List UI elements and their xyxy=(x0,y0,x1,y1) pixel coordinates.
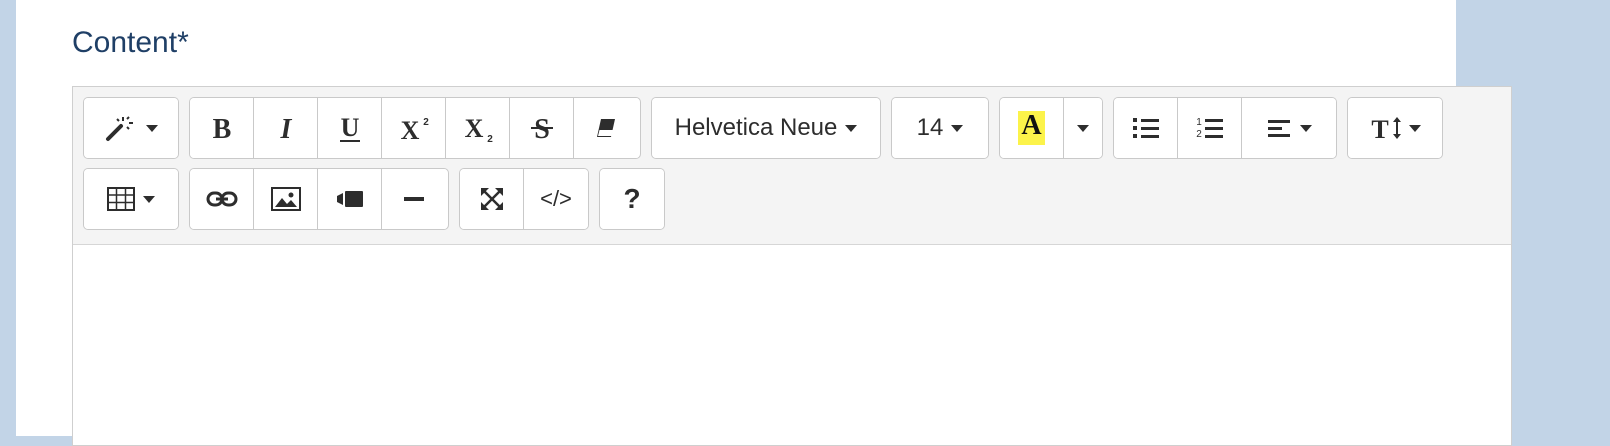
svg-text:X: X xyxy=(400,116,419,143)
magic-icon xyxy=(106,116,133,141)
fullscreen-icon xyxy=(480,188,503,210)
svg-text:U: U xyxy=(340,113,359,142)
font-style-group: B I U X 2 X 2 S xyxy=(189,97,641,159)
chevron-down-icon xyxy=(146,124,158,132)
underline-button[interactable]: U xyxy=(318,98,382,158)
video-button[interactable] xyxy=(318,169,382,229)
table-group xyxy=(83,168,179,230)
chevron-down-icon xyxy=(1300,124,1312,132)
video-icon xyxy=(336,191,363,207)
svg-text:B: B xyxy=(212,114,231,143)
bold-button[interactable]: B xyxy=(190,98,254,158)
superscript-button[interactable]: X 2 xyxy=(382,98,446,158)
underline-icon: U xyxy=(339,113,360,142)
subscript-icon: X 2 xyxy=(464,114,493,143)
chevron-down-icon xyxy=(1409,124,1421,132)
svg-text:2: 2 xyxy=(487,134,493,143)
picture-button[interactable] xyxy=(254,169,318,229)
chevron-down-icon xyxy=(1077,124,1089,132)
unordered-list-button[interactable] xyxy=(1114,98,1178,158)
help-button[interactable]: ? xyxy=(600,169,664,229)
line-height-dropdown-button[interactable]: T xyxy=(1348,98,1442,158)
insert-group xyxy=(189,168,449,230)
svg-text:2: 2 xyxy=(423,117,429,128)
chevron-down-icon xyxy=(845,124,858,132)
editor-toolbar: B I U X 2 X 2 S Helvetica Neue 14 A 1 2 … xyxy=(73,87,1511,245)
italic-button[interactable]: I xyxy=(254,98,318,158)
link-button[interactable] xyxy=(190,169,254,229)
font-family-dropdown[interactable]: Helvetica Neue xyxy=(652,98,880,158)
subscript-button[interactable]: X 2 xyxy=(446,98,510,158)
style-group xyxy=(83,97,179,159)
align-left-icon xyxy=(1268,120,1290,137)
horizontal-rule-icon xyxy=(404,197,424,201)
editor-content-area[interactable] xyxy=(73,245,1511,445)
content-field-label: Content* xyxy=(72,26,189,59)
svg-text:X: X xyxy=(464,114,483,143)
horizontal-rule-button[interactable] xyxy=(382,169,446,229)
svg-text:I: I xyxy=(279,114,292,143)
strikethrough-button[interactable]: S xyxy=(510,98,574,158)
bold-icon: B xyxy=(212,114,231,143)
fullscreen-button[interactable] xyxy=(460,169,524,229)
svg-text:T: T xyxy=(1371,115,1388,143)
link-icon xyxy=(206,191,237,207)
chevron-down-icon xyxy=(951,124,964,132)
color-group: A xyxy=(999,97,1103,159)
text-color-letter: A xyxy=(1021,110,1042,141)
text-color-icon: A xyxy=(1018,110,1045,145)
ordered-list-button[interactable]: 1 2 xyxy=(1178,98,1242,158)
recent-color-button[interactable]: A xyxy=(1000,98,1064,158)
code-view-icon: </> xyxy=(540,186,572,211)
unordered-list-icon xyxy=(1132,118,1159,138)
height-group: T xyxy=(1347,97,1443,159)
font-size-dropdown[interactable]: 14 xyxy=(892,98,988,158)
font-family-value: Helvetica Neue xyxy=(674,114,838,141)
svg-text:1: 1 xyxy=(1196,117,1202,128)
eraser-icon xyxy=(597,119,615,137)
superscript-icon: X 2 xyxy=(400,116,429,143)
rich-text-editor: B I U X 2 X 2 S Helvetica Neue 14 A 1 2 … xyxy=(72,86,1512,446)
table-dropdown-button[interactable] xyxy=(84,169,178,229)
font-family-group: Helvetica Neue xyxy=(651,97,881,159)
help-group: ? xyxy=(599,168,665,230)
help-icon: ? xyxy=(623,183,641,214)
font-size-group: 14 xyxy=(891,97,989,159)
table-icon xyxy=(107,187,135,211)
ordered-list-icon: 1 2 xyxy=(1196,117,1223,140)
eraser-button[interactable] xyxy=(574,98,638,158)
code-view-button[interactable]: </> xyxy=(524,169,588,229)
svg-text:2: 2 xyxy=(1196,129,1202,140)
chevron-down-icon xyxy=(143,195,155,203)
font-size-value: 14 xyxy=(916,114,944,141)
strikethrough-icon: S xyxy=(530,114,553,143)
color-dropdown-button[interactable] xyxy=(1064,98,1102,158)
style-dropdown-button[interactable] xyxy=(84,98,178,158)
paragraph-group: 1 2 xyxy=(1113,97,1337,159)
picture-icon xyxy=(270,187,301,211)
view-group: </> xyxy=(459,168,589,230)
text-height-icon: T xyxy=(1371,115,1401,143)
align-dropdown-button[interactable] xyxy=(1242,98,1336,158)
italic-icon: I xyxy=(279,114,292,143)
